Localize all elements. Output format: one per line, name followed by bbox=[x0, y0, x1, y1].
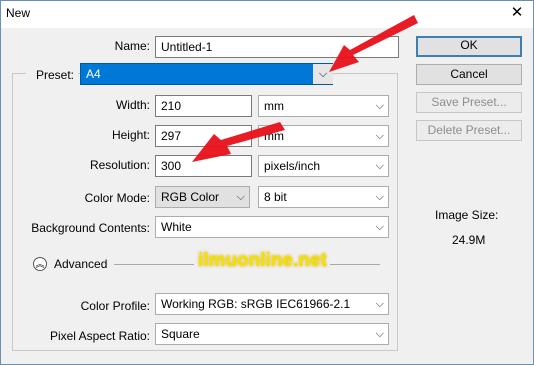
annotation-arrow-preset bbox=[329, 15, 418, 72]
annotation-arrow-resolution bbox=[192, 122, 285, 162]
annotation-arrows bbox=[192, 15, 418, 162]
